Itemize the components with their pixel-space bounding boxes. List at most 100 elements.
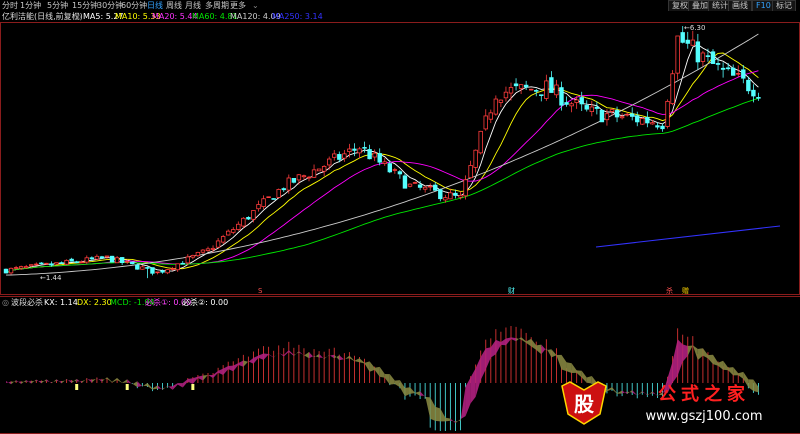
candle-body [8, 267, 14, 274]
event-mark-zeng: 赠 [682, 286, 689, 295]
candle-body [372, 152, 377, 158]
ribbon-segment [571, 363, 577, 373]
ribbon-segment [182, 379, 188, 388]
candle-body [271, 198, 276, 200]
ribbon-segment [576, 370, 582, 378]
candle-body [205, 248, 211, 251]
ribbon-segment [6, 381, 12, 385]
candle-body [332, 153, 337, 158]
candle-body [311, 169, 317, 178]
ribbon-segment [228, 365, 234, 372]
candle-body [266, 196, 271, 199]
ribbon-segment [76, 378, 82, 383]
tab-1[interactable]: 1分钟 [20, 0, 41, 11]
ribbon-segment [268, 354, 274, 358]
candle-body [246, 217, 251, 220]
kline-chart[interactable]: ←6.30 ←1.44 S 财 杀赠 [0, 0, 800, 434]
ma120-line [5, 33, 759, 276]
tab-10[interactable]: 更多 [230, 0, 246, 11]
ribbon-segment [91, 378, 97, 383]
candle-body [645, 117, 650, 124]
ribbon-segment [718, 360, 724, 370]
ribbon-segment [404, 387, 410, 397]
ribbon-segment [86, 378, 92, 383]
candle-body [225, 230, 231, 236]
ribbon-segment [298, 351, 304, 356]
tab-7[interactable]: 周线 [166, 0, 182, 11]
candle-body [493, 98, 499, 115]
ribbon-segment [344, 355, 350, 360]
ribbon-segment [566, 362, 572, 373]
candle-body [685, 39, 690, 44]
candle-body [215, 240, 221, 248]
candle-body [276, 189, 281, 198]
ribbon-segment [56, 379, 62, 384]
candle-body [438, 189, 443, 200]
candle-body [170, 268, 175, 270]
ribbon-segment [713, 354, 719, 366]
candle-body [498, 99, 504, 103]
ribbon-segment [132, 381, 138, 388]
event-mark-cai: 财 [508, 286, 515, 295]
ribbon-segment [147, 383, 153, 390]
candle-body [508, 87, 514, 94]
ribbon-segment [319, 353, 325, 359]
ribbon-segment [450, 418, 456, 424]
candle-body [89, 257, 95, 260]
candle-body [725, 67, 731, 70]
candle-body [74, 261, 79, 263]
candle-body [422, 186, 428, 190]
candle-body [741, 69, 746, 79]
candle-body [604, 113, 610, 121]
ribbon-segment [213, 370, 219, 379]
tab-2[interactable]: 5分钟 [47, 0, 68, 11]
candle-body [675, 35, 680, 74]
candle-body [165, 269, 170, 274]
ribbon-segment [273, 352, 279, 358]
indicator-settings-icon[interactable]: ◎ [2, 297, 9, 308]
tab-6[interactable]: 日线 [147, 0, 163, 11]
candle-body [579, 97, 584, 105]
toolbar-button-5[interactable]: 标记 [772, 0, 796, 11]
tab-4[interactable]: 30分钟 [97, 0, 123, 11]
toolbar-button-3[interactable]: 画线 [728, 0, 752, 11]
candle-body [670, 73, 675, 104]
ma20-line [5, 70, 759, 274]
candle-body [609, 109, 615, 112]
candle-body [130, 261, 135, 265]
kx-value: KX: 1.14 [44, 298, 78, 307]
tab-9[interactable]: 多周期 [205, 0, 229, 11]
tab-5[interactable]: 60分钟 [121, 0, 147, 11]
candle-body [680, 32, 685, 43]
more-chevron-icon[interactable]: ⌄ [252, 0, 259, 11]
ribbon-segment [702, 348, 708, 359]
ribbon-segment [81, 378, 87, 383]
ribbon-segment [137, 381, 143, 388]
ribbon-segment [218, 368, 224, 376]
ribbon-segment [465, 377, 471, 417]
tab-3[interactable]: 15分钟 [72, 0, 98, 11]
tab-8[interactable]: 月线 [185, 0, 201, 11]
candle-body [135, 264, 140, 270]
candle-body [34, 263, 39, 266]
ribbon-segment [677, 339, 683, 376]
ribbon-segment [399, 380, 405, 397]
settings-icon[interactable]: ◎ [74, 11, 81, 22]
tab-0[interactable]: 分时 [2, 0, 18, 11]
candle-body [655, 125, 660, 128]
ribbon-segment [379, 366, 385, 378]
ma10-line [5, 52, 759, 274]
candle-body [559, 87, 564, 106]
ribbon-segment [172, 383, 178, 390]
ma250-value: MA250: 3.14 [272, 12, 323, 21]
ribbon-segment [410, 387, 416, 394]
ribbon-segment [329, 354, 335, 359]
ribbon-segment [122, 379, 128, 383]
ribbon-segment [521, 337, 527, 343]
ribbon-segment [485, 347, 491, 370]
candle-body [306, 176, 312, 179]
watermark-title: 公式之家 [658, 383, 750, 405]
ribbon-segment [697, 348, 703, 360]
ribbon-segment [389, 374, 395, 385]
ribbon-segment [445, 417, 451, 422]
